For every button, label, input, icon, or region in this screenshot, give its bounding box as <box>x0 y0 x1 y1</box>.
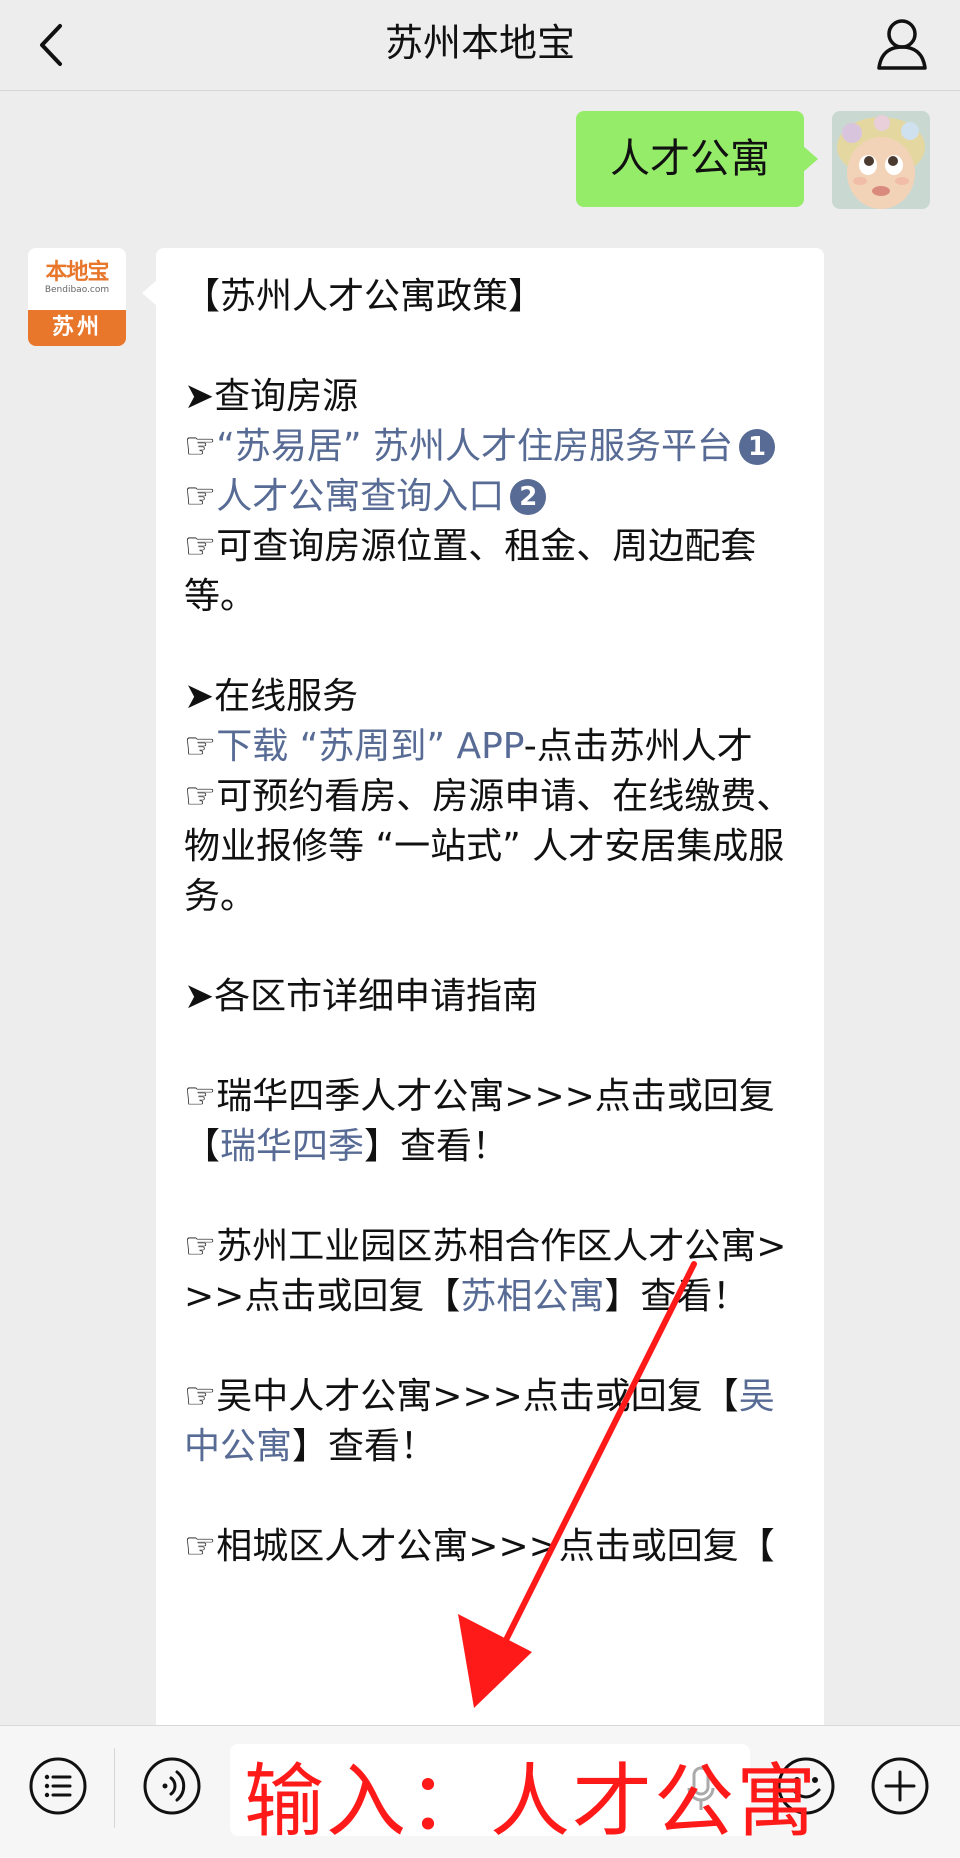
hand-icon: ☞ <box>184 426 217 467</box>
emoji-icon[interactable] <box>774 1754 838 1818</box>
bot-avatar[interactable]: 本地宝 Bendibao.com 苏州 <box>28 248 126 346</box>
list-item-text: ☞吴中人才公寓>>>点击或回复【 <box>184 1376 739 1417</box>
section-heading-query: ➤查询房源 <box>184 376 359 417</box>
header-bar: 苏州本地宝 <box>0 0 960 91</box>
voice-icon[interactable] <box>140 1754 204 1818</box>
toolbar-divider <box>114 1748 115 1828</box>
list-item-text: 】查看！ <box>604 1276 749 1317</box>
badge-2: 2 <box>510 479 547 515</box>
section-heading-guide: ➤各区市详细申请指南 <box>184 976 539 1017</box>
list-item-text: -点击苏州人才 <box>523 726 753 767</box>
chat-title: 苏州本地宝 <box>384 21 575 65</box>
hand-icon: ☞ <box>184 476 217 517</box>
sent-message-text: 人才公寓 <box>610 136 770 182</box>
policy-title: 【苏州人才公寓政策】 <box>184 276 545 317</box>
hand-icon: ☞ <box>184 726 217 767</box>
list-item: ☞可查询房源位置、租金、周边配套等。 <box>184 526 757 617</box>
doll-avatar-image <box>832 111 930 209</box>
list-item: ☞下载 “苏周到” APP-点击苏州人才 <box>184 722 804 772</box>
sent-message-bubble[interactable]: 人才公寓 <box>576 111 818 207</box>
message-body: 【苏州人才公寓政策】 ➤查询房源 ☞“苏易居” 苏州人才住房服务平台 1 ☞人才公… <box>184 272 804 1572</box>
list-item: ☞吴中人才公寓>>>点击或回复【吴中公寓】查看！ <box>184 1372 804 1472</box>
list-item-text: 】查看！ <box>364 1126 509 1167</box>
list-item: ☞可预约看房、房源申请、在线缴费、物业报修等 “一站式” 人才安居集成服务。 <box>184 776 793 917</box>
received-message-bubble[interactable]: 【苏州人才公寓政策】 ➤查询房源 ☞“苏易居” 苏州人才住房服务平台 1 ☞人才公… <box>142 248 824 1748</box>
list-item: ☞苏州工业园区苏相合作区人才公寓>>>点击或回复【苏相公寓】查看！ <box>184 1222 804 1322</box>
apartment-query-link[interactable]: 人才公寓查询入口 <box>216 476 504 517</box>
logo-subtext: Bendibao.com <box>44 285 110 295</box>
menu-list-icon[interactable] <box>26 1754 90 1818</box>
badge-1: 1 <box>739 429 776 465</box>
ruihua-link[interactable]: 瑞华四季 <box>220 1126 364 1167</box>
list-item: ☞瑞华四季人才公寓>>>点击或回复【瑞华四季】查看！ <box>184 1072 804 1172</box>
plus-icon[interactable] <box>868 1754 932 1818</box>
message-input[interactable] <box>230 1744 750 1836</box>
download-app-link[interactable]: 下载 “苏周到” APP <box>216 726 523 767</box>
section-heading-online: ➤在线服务 <box>184 676 359 717</box>
list-item-text: 】查看！ <box>292 1426 437 1467</box>
list-item: ☞“苏易居” 苏州人才住房服务平台 1 <box>184 422 804 472</box>
profile-icon[interactable] <box>874 14 930 74</box>
bendibao-logo: 本地宝 Bendibao.com <box>28 248 126 310</box>
suyiju-link[interactable]: “苏易居” 苏州人才住房服务平台 <box>216 426 733 467</box>
microphone-icon[interactable] <box>686 1766 716 1814</box>
input-toolbar <box>0 1725 960 1858</box>
user-avatar[interactable] <box>832 111 930 209</box>
list-item: ☞人才公寓查询入口 2 <box>184 472 804 522</box>
list-item: ☞相城区人才公寓>>>点击或回复【 <box>184 1526 775 1567</box>
suxiang-link[interactable]: 苏相公寓 <box>460 1276 604 1317</box>
logo-city: 苏州 <box>28 310 126 346</box>
logo-text: 本地宝 <box>45 259 109 285</box>
